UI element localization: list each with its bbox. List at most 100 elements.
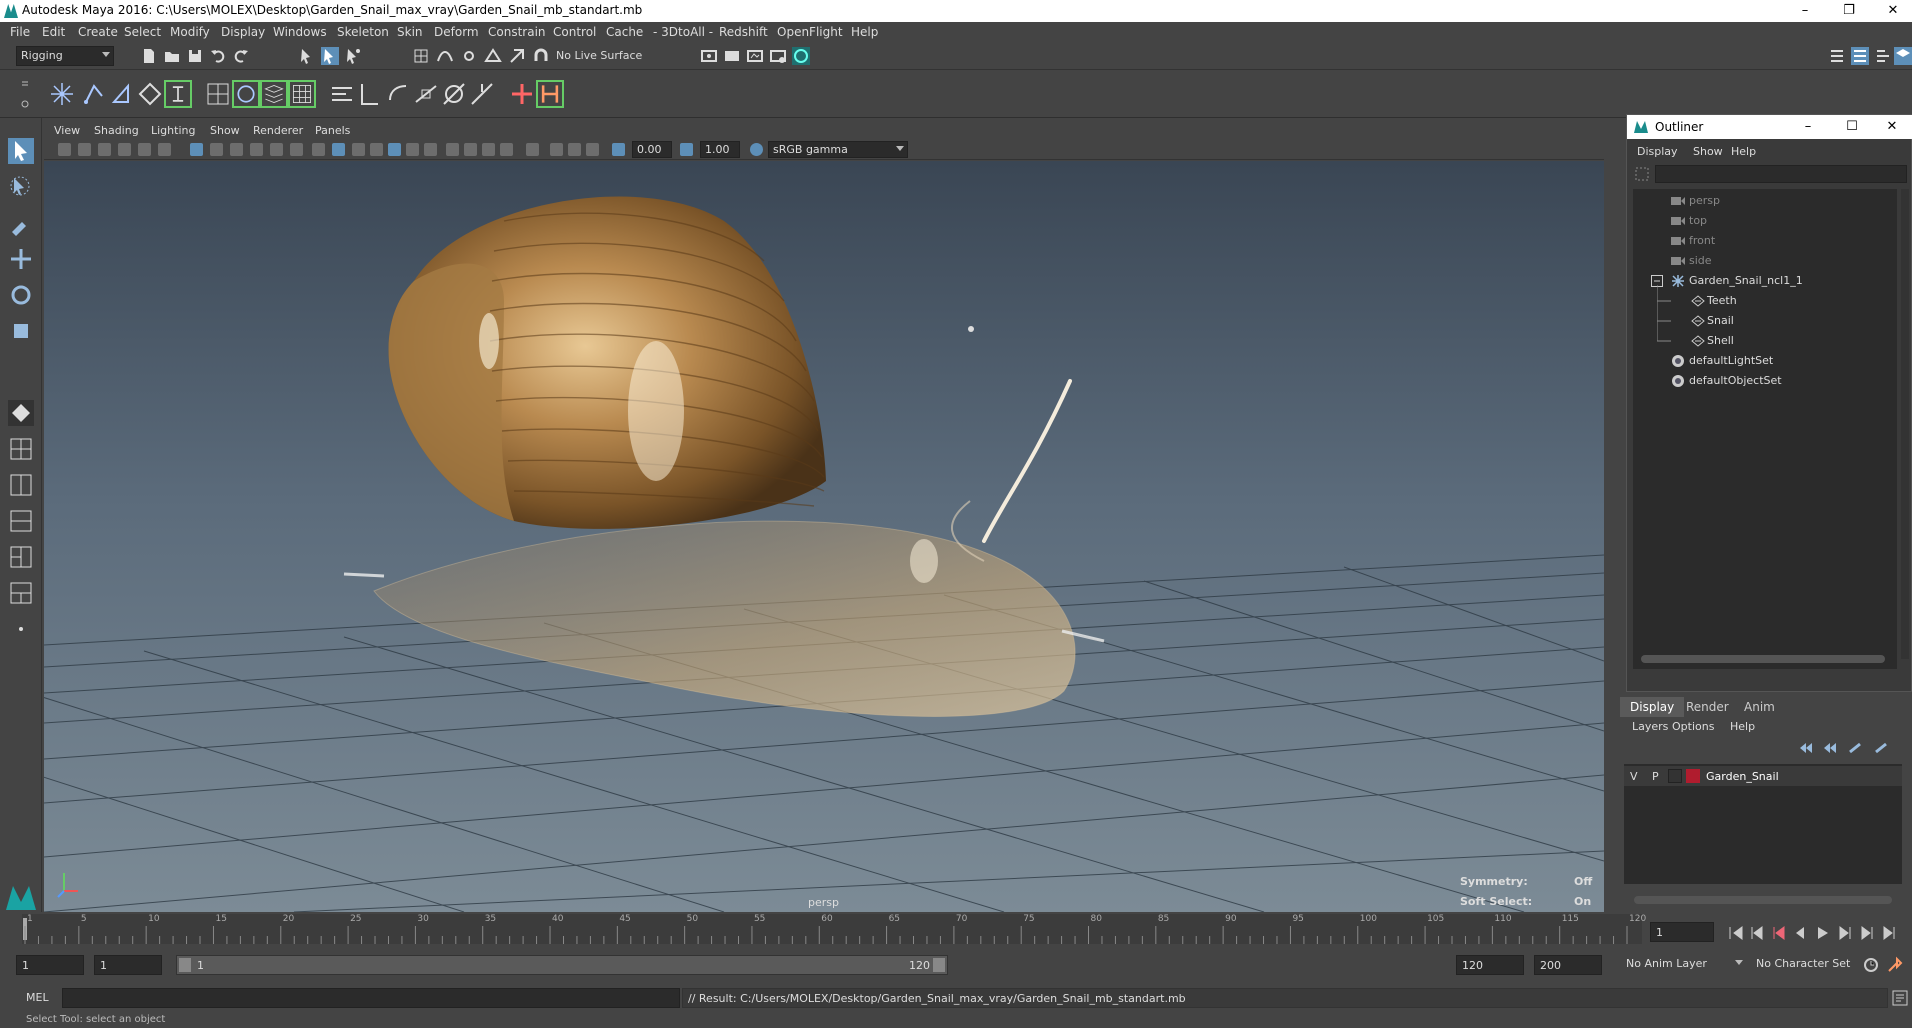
orient-constraint-icon[interactable] (412, 80, 440, 108)
close-button[interactable]: ✕ (1878, 2, 1908, 20)
motion-blur-icon[interactable] (464, 143, 477, 156)
layers-menu-options[interactable]: Options (1672, 720, 1714, 733)
outliner-search-input[interactable] (1655, 165, 1907, 183)
resolution-gate-icon[interactable] (230, 143, 243, 156)
persp-outliner-layout-icon[interactable] (8, 472, 34, 498)
menu-deform[interactable]: Deform (434, 25, 479, 39)
wireframe-on-shaded-icon[interactable] (352, 143, 365, 156)
outliner-item-teeth[interactable]: Teeth (1633, 291, 1903, 311)
undo-icon[interactable] (209, 47, 227, 65)
film-gate-icon[interactable] (210, 143, 223, 156)
menuset-dropdown[interactable]: Rigging (16, 46, 114, 66)
tab-anim[interactable]: Anim (1734, 697, 1785, 717)
open-scene-icon[interactable] (163, 47, 181, 65)
animation-preferences-icon[interactable] (1886, 956, 1904, 974)
menu-skin[interactable]: Skin (397, 25, 423, 39)
tab-display[interactable]: Display (1620, 697, 1685, 717)
outliner-item-snail[interactable]: Snail (1633, 311, 1903, 331)
color-space-dropdown[interactable]: sRGB gamma (768, 141, 908, 158)
exposure-icon[interactable] (612, 143, 625, 156)
bind-skin-icon[interactable] (204, 80, 232, 108)
xray-joints-icon[interactable] (568, 143, 581, 156)
menu-help[interactable]: Help (851, 25, 878, 39)
time-slider[interactable]: 1 5 10 15 20 25 30 35 40 45 50 55 60 65 70 75 80 85 90 95 10… (0, 912, 1912, 948)
snap-point-icon[interactable] (460, 47, 478, 65)
point-constraint-icon[interactable] (356, 80, 384, 108)
shelf-options-icon[interactable] (20, 78, 30, 112)
outliner-layout-icon[interactable] (8, 580, 34, 606)
hypershade-layout-icon[interactable] (8, 544, 34, 570)
layer-row-garden-snail[interactable]: V P Garden_Snail (1624, 766, 1902, 786)
anti-alias-icon[interactable] (482, 143, 495, 156)
outliner-close-button[interactable]: ✕ (1877, 118, 1907, 136)
new-scene-icon[interactable] (140, 47, 158, 65)
wireframe-icon[interactable] (312, 143, 325, 156)
cluster-icon[interactable] (328, 80, 356, 108)
outliner-item-default-light-set[interactable]: defaultLightSet (1633, 351, 1903, 371)
lasso-tool-icon[interactable] (8, 174, 34, 200)
menu-windows[interactable]: Windows (273, 25, 327, 39)
xray-icon[interactable] (550, 143, 563, 156)
isolate-select-icon[interactable] (526, 143, 539, 156)
menu-display[interactable]: Display (221, 25, 265, 39)
layers-menu-help[interactable]: Help (1730, 720, 1755, 733)
layer-order-buttons[interactable] (1798, 740, 1898, 756)
locator-bracket-icon[interactable] (164, 80, 192, 108)
range-slider[interactable]: 1 120 (176, 955, 948, 975)
rotate-tool-icon[interactable] (8, 282, 34, 308)
layer-visibility-toggle[interactable]: V (1630, 770, 1638, 783)
range-start-handle[interactable] (179, 958, 191, 972)
snap-view-plane-icon[interactable] (484, 47, 502, 65)
gate-mask-icon[interactable] (250, 143, 263, 156)
playback-controls[interactable] (1728, 924, 1908, 942)
snail-model[interactable] (343, 196, 1105, 717)
live-surface-label[interactable]: No Live Surface (556, 49, 642, 62)
outliner-v-scrollbar[interactable] (1901, 189, 1909, 659)
menu-constrain[interactable]: Constrain (488, 25, 546, 39)
menu-edit[interactable]: Edit (42, 25, 65, 39)
move-tool-icon[interactable] (8, 246, 34, 272)
script-editor-icon[interactable] (1892, 990, 1908, 1006)
snap-grid-icon[interactable] (412, 47, 430, 65)
paint-select-icon[interactable] (8, 210, 34, 236)
layer-h-scrollbar[interactable] (1634, 896, 1892, 904)
menu-modify[interactable]: Modify (170, 25, 210, 39)
vp-menu-show[interactable]: Show (210, 124, 240, 137)
aim-constraint-icon[interactable] (384, 80, 412, 108)
outliner-item-persp[interactable]: persp (1633, 191, 1903, 211)
scale-tool-icon[interactable] (8, 318, 34, 344)
parent-constraint-icon[interactable] (440, 80, 468, 108)
field-chart-icon[interactable] (270, 143, 283, 156)
outliner-h-scrollbar[interactable] (1641, 655, 1885, 663)
layer-playback-toggle[interactable]: P (1652, 770, 1659, 783)
camera-select-icon[interactable] (58, 143, 71, 156)
vp-menu-view[interactable]: View (54, 124, 80, 137)
anim-layer-dropdown[interactable]: No Anim Layer (1622, 955, 1746, 975)
magnet-icon[interactable] (532, 47, 550, 65)
persp-graph-layout-icon[interactable] (8, 508, 34, 534)
animation-start-field[interactable]: 1 (16, 955, 84, 975)
outliner-maximize-button[interactable]: ☐ (1837, 118, 1867, 136)
screen-space-ao-icon[interactable] (446, 143, 459, 156)
render-view-icon[interactable] (723, 47, 741, 65)
select-tool-icon[interactable] (8, 138, 34, 164)
add-influence-icon[interactable] (508, 80, 536, 108)
gamma-icon[interactable] (680, 143, 693, 156)
single-view-layout-icon[interactable] (8, 400, 34, 426)
outliner-minimize-button[interactable]: – (1793, 118, 1823, 136)
menu-openflight[interactable]: OpenFlight (777, 25, 843, 39)
vp-menu-panels[interactable]: Panels (315, 124, 350, 137)
save-scene-icon[interactable] (186, 47, 204, 65)
menu-3dtoall[interactable]: - 3DtoAll - (653, 25, 713, 39)
snap-curve-icon[interactable] (436, 47, 454, 65)
channel-box-icon[interactable] (1828, 47, 1846, 65)
menu-redshift[interactable]: Redshift (719, 25, 768, 39)
script-language-toggle[interactable]: MEL (26, 991, 49, 1004)
outliner-menu-show[interactable]: Show (1693, 145, 1723, 158)
maximize-button[interactable]: ❐ (1834, 2, 1864, 20)
perspective-viewport[interactable]: persp Symmetry: Off Soft Select: On (44, 161, 1604, 912)
attribute-editor-icon[interactable] (1851, 47, 1869, 65)
camera-attributes-icon[interactable] (78, 143, 91, 156)
hypershade-icon[interactable] (792, 47, 810, 65)
ik-handle-icon[interactable] (80, 80, 108, 108)
